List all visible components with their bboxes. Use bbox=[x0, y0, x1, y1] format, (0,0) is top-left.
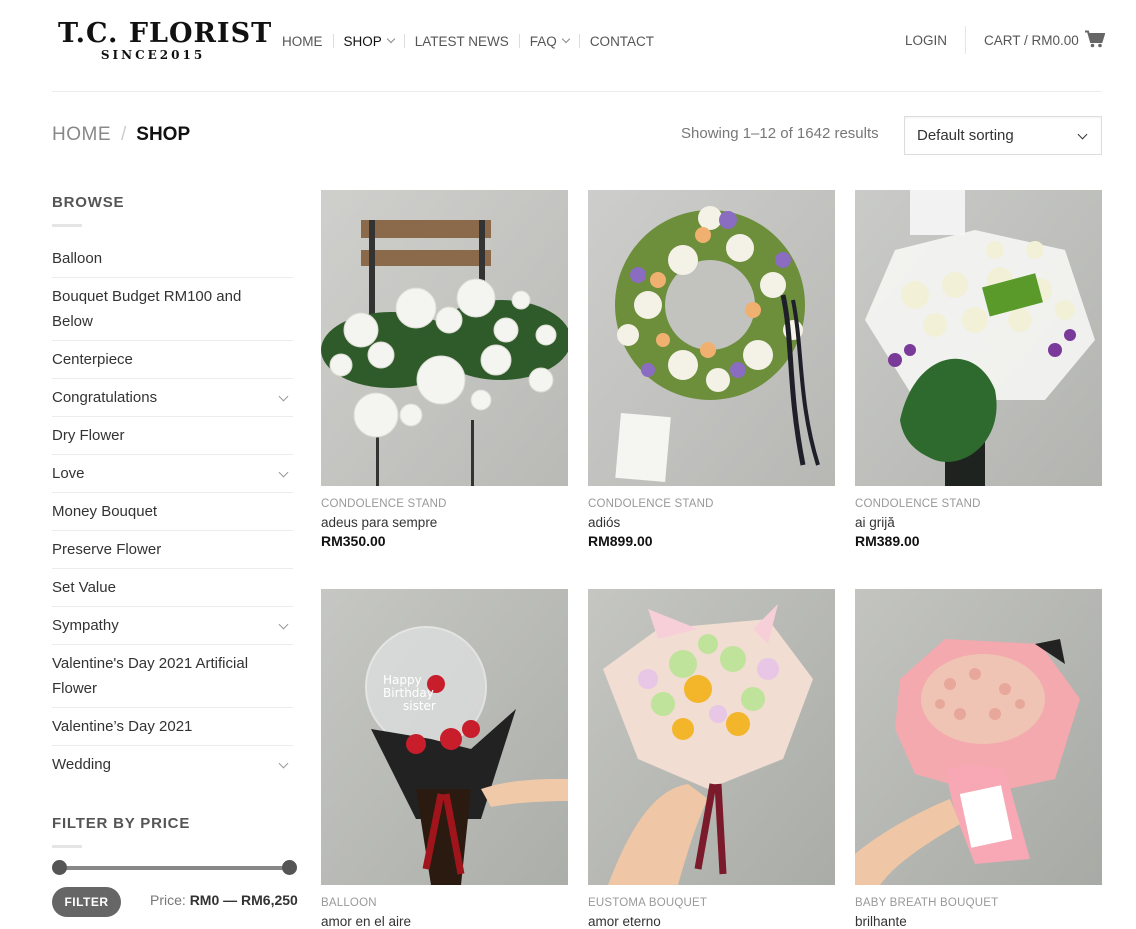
category-love[interactable]: Love bbox=[52, 455, 293, 493]
product-title[interactable]: ai grijă bbox=[855, 515, 1102, 530]
category-valentines-2021[interactable]: Valentine’s Day 2021 bbox=[52, 708, 293, 746]
category-list: Balloon Bouquet Budget RM100 and Below C… bbox=[52, 240, 293, 783]
category-balloon[interactable]: Balloon bbox=[52, 240, 293, 278]
chevron-down-icon[interactable] bbox=[278, 467, 289, 478]
cart-total: CART / RM0.00 bbox=[984, 33, 1079, 48]
product-image[interactable] bbox=[588, 589, 835, 885]
product-category[interactable]: CONDOLENCE STAND bbox=[321, 498, 568, 510]
nav-contact[interactable]: CONTACT bbox=[590, 34, 654, 49]
category-wedding[interactable]: Wedding bbox=[52, 746, 293, 783]
product-image[interactable] bbox=[855, 190, 1102, 486]
filter-button[interactable]: FILTER bbox=[52, 887, 121, 917]
nav-shop[interactable]: SHOP bbox=[344, 34, 396, 49]
nav-divider bbox=[403, 34, 405, 48]
filter-price-heading: FILTER BY PRICE bbox=[52, 815, 191, 832]
login-link[interactable]: LOGIN bbox=[905, 33, 947, 48]
category-congratulations[interactable]: Congratulations bbox=[52, 379, 293, 417]
site-header: T.C. FLORIST SINCE2015 HOME SHOP LATEST … bbox=[0, 0, 1136, 92]
product-price: RM389.00 bbox=[855, 533, 920, 549]
nav-home[interactable]: HOME bbox=[282, 34, 323, 49]
product-title[interactable]: adeus para sempre bbox=[321, 515, 568, 530]
product-category[interactable]: CONDOLENCE STAND bbox=[588, 498, 835, 510]
category-dry-flower[interactable]: Dry Flower bbox=[52, 417, 293, 455]
product-card[interactable]: CONDOLENCE STAND ai grijă RM389.00 bbox=[855, 190, 1102, 549]
category-preserve-flower[interactable]: Preserve Flower bbox=[52, 531, 293, 569]
logo-title: T.C. FLORIST bbox=[58, 18, 273, 49]
product-title[interactable]: amor en el aire bbox=[321, 914, 568, 929]
category-valentines-artificial[interactable]: Valentine's Day 2021 Artificial Flower bbox=[52, 645, 293, 708]
product-price: RM350.00 bbox=[321, 533, 386, 549]
nav-latest-news[interactable]: LATEST NEWS bbox=[415, 34, 509, 49]
product-category[interactable]: BALLOON bbox=[321, 897, 568, 909]
price-slider-min-handle[interactable] bbox=[52, 860, 67, 875]
header-divider bbox=[965, 26, 966, 54]
site-logo[interactable]: T.C. FLORIST SINCE2015 bbox=[58, 18, 273, 62]
chevron-down-icon bbox=[386, 34, 396, 44]
chevron-down-icon bbox=[561, 34, 571, 44]
product-title[interactable]: amor eterno bbox=[588, 914, 835, 929]
category-centerpiece[interactable]: Centerpiece bbox=[52, 341, 293, 379]
results-count: Showing 1–12 of 1642 results bbox=[681, 125, 879, 142]
price-slider-max-handle[interactable] bbox=[282, 860, 297, 875]
product-card[interactable]: CONDOLENCE STAND adeus para sempre RM350… bbox=[321, 190, 568, 549]
product-title[interactable]: adiós bbox=[588, 515, 835, 530]
category-set-value[interactable]: Set Value bbox=[52, 569, 293, 607]
breadcrumb-separator: / bbox=[121, 124, 127, 145]
shopping-cart-icon bbox=[1084, 30, 1105, 48]
product-category[interactable]: BABY BREATH BOUQUET bbox=[855, 897, 1102, 909]
product-card[interactable]: Happy Birthday sister BALLOON amor en el… bbox=[321, 589, 568, 929]
product-category[interactable]: EUSTOMA BOUQUET bbox=[588, 897, 835, 909]
breadcrumb: HOME / SHOP bbox=[52, 124, 190, 146]
product-image[interactable] bbox=[855, 589, 1102, 885]
chevron-down-icon[interactable] bbox=[278, 758, 289, 769]
header-divider-line bbox=[52, 91, 1102, 92]
cart-link[interactable]: CART / RM0.00 bbox=[984, 30, 1105, 48]
price-slider-track[interactable] bbox=[59, 866, 290, 870]
heading-underline bbox=[52, 224, 82, 227]
product-image[interactable] bbox=[588, 190, 835, 486]
product-card[interactable]: EUSTOMA BOUQUET amor eterno bbox=[588, 589, 835, 929]
balloon-text-line: Birthday bbox=[383, 686, 434, 700]
nav-faq[interactable]: FAQ bbox=[530, 34, 571, 49]
browse-heading: BROWSE bbox=[52, 194, 125, 211]
balloon-text-line: sister bbox=[403, 699, 436, 713]
category-bouquet-budget[interactable]: Bouquet Budget RM100 and Below bbox=[52, 278, 293, 341]
product-category[interactable]: CONDOLENCE STAND bbox=[855, 498, 1102, 510]
price-range-label: Price: RM0 — RM6,250 bbox=[150, 892, 298, 908]
chevron-down-icon[interactable] bbox=[278, 619, 289, 630]
sort-select[interactable]: Default sorting bbox=[904, 116, 1102, 155]
heading-underline bbox=[52, 845, 82, 848]
logo-subtitle: SINCE2015 bbox=[100, 48, 206, 62]
breadcrumb-home[interactable]: HOME bbox=[52, 124, 111, 146]
chevron-down-icon[interactable] bbox=[278, 391, 289, 402]
sidebar: BROWSE Balloon Bouquet Budget RM100 and … bbox=[52, 194, 293, 783]
sort-selected-value: Default sorting bbox=[917, 127, 1014, 144]
main-nav: HOME SHOP LATEST NEWS FAQ CONTACT bbox=[282, 33, 654, 49]
category-money-bouquet[interactable]: Money Bouquet bbox=[52, 493, 293, 531]
balloon-text-line: Happy bbox=[383, 673, 422, 687]
product-title[interactable]: brilhante bbox=[855, 914, 1102, 929]
nav-divider bbox=[578, 34, 580, 48]
product-image[interactable]: Happy Birthday sister bbox=[321, 589, 568, 885]
product-card[interactable]: CONDOLENCE STAND adiós RM899.00 bbox=[588, 190, 835, 549]
product-price: RM899.00 bbox=[588, 533, 653, 549]
product-card[interactable]: BABY BREATH BOUQUET brilhante bbox=[855, 589, 1102, 929]
nav-divider bbox=[332, 34, 334, 48]
product-image[interactable] bbox=[321, 190, 568, 486]
category-sympathy[interactable]: Sympathy bbox=[52, 607, 293, 645]
breadcrumb-current: SHOP bbox=[136, 124, 191, 145]
nav-divider bbox=[518, 34, 520, 48]
chevron-down-icon bbox=[1077, 129, 1088, 140]
